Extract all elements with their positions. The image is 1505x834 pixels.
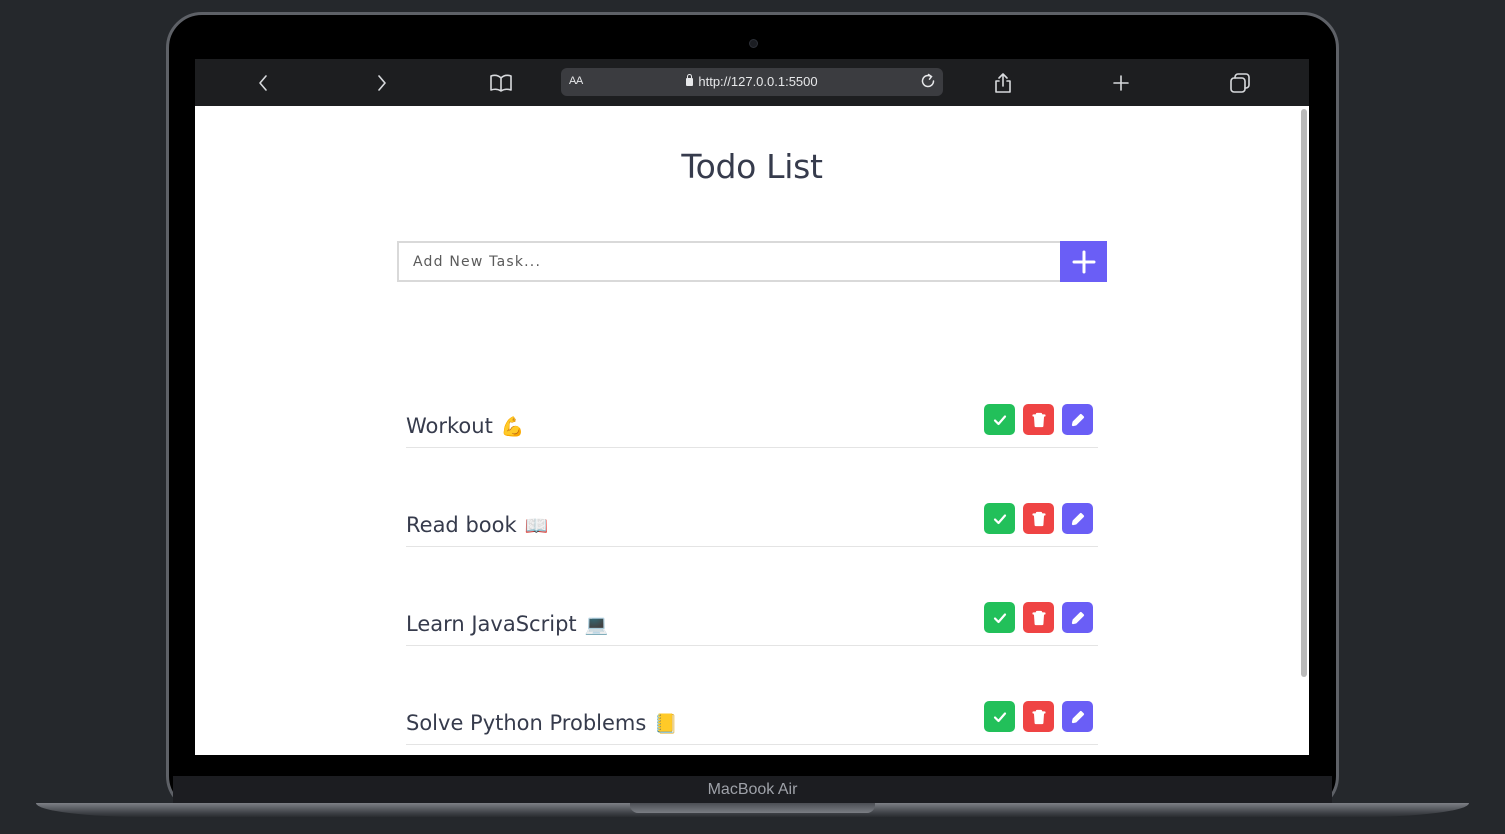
address-bar[interactable]: AA http://127.0.0.1:5500	[561, 68, 943, 96]
open-book-emoji: 📖	[524, 515, 549, 537]
tabs-icon[interactable]	[1227, 70, 1253, 96]
reload-icon[interactable]	[919, 72, 937, 93]
complete-task-button[interactable]	[984, 602, 1015, 633]
flexed-biceps-emoji: 💪	[500, 416, 525, 438]
edit-task-button[interactable]	[1062, 701, 1093, 732]
back-icon[interactable]	[251, 70, 277, 96]
trash-icon	[1031, 610, 1046, 625]
trash-icon	[1031, 412, 1046, 427]
book-icon[interactable]	[488, 70, 514, 96]
new-task-input[interactable]	[397, 241, 1060, 282]
task-item: Solve Python Problems 📒	[406, 676, 1098, 745]
camera	[749, 39, 758, 48]
add-task-button[interactable]	[1060, 241, 1107, 282]
plus-icon	[1072, 250, 1095, 273]
pencil-icon	[1071, 710, 1084, 723]
page-title: Todo List	[681, 147, 823, 186]
forward-icon[interactable]	[368, 70, 394, 96]
trash-icon	[1031, 709, 1046, 724]
share-icon[interactable]	[990, 70, 1016, 96]
complete-task-button[interactable]	[984, 701, 1015, 732]
laptop-notch	[630, 803, 875, 813]
check-icon	[993, 612, 1006, 623]
delete-task-button[interactable]	[1023, 404, 1054, 435]
check-icon	[993, 414, 1006, 425]
notebook-emoji: 📒	[654, 713, 678, 735]
edit-task-button[interactable]	[1062, 503, 1093, 534]
edit-task-button[interactable]	[1062, 404, 1093, 435]
check-icon	[993, 711, 1006, 722]
delete-task-button[interactable]	[1023, 503, 1054, 534]
trash-icon	[1031, 511, 1046, 526]
laptop-emoji: 💻	[584, 614, 609, 636]
delete-task-button[interactable]	[1023, 701, 1054, 732]
new-tab-icon[interactable]	[1108, 70, 1134, 96]
browser-toolbar: AA http://127.0.0.1:5500	[195, 59, 1309, 106]
complete-task-button[interactable]	[984, 503, 1015, 534]
pencil-icon	[1071, 611, 1084, 624]
task-name: Learn JavaScript 💻	[406, 612, 609, 636]
edit-task-button[interactable]	[1062, 602, 1093, 633]
pencil-icon	[1071, 413, 1084, 426]
task-name: Workout 💪	[406, 414, 525, 438]
task-list: Workout💪 Read book📖 Learn JavaScript💻	[406, 379, 1098, 755]
browser-window: AA http://127.0.0.1:5500 Todo List Worko…	[195, 59, 1309, 755]
task-item: Read book 📖	[406, 478, 1098, 547]
url-text: http://127.0.0.1:5500	[698, 74, 818, 89]
delete-task-button[interactable]	[1023, 602, 1054, 633]
complete-task-button[interactable]	[984, 404, 1015, 435]
task-item: Workout 💪	[406, 379, 1098, 448]
task-name: Solve Python Problems 📒	[406, 711, 678, 735]
check-icon	[993, 513, 1006, 524]
task-item: Learn JavaScript 💻	[406, 577, 1098, 646]
pencil-icon	[1071, 512, 1084, 525]
task-name: Read book 📖	[406, 513, 549, 537]
scrollbar[interactable]	[1301, 109, 1307, 677]
device-label: MacBook Air	[707, 781, 798, 798]
lock-icon	[686, 74, 694, 86]
